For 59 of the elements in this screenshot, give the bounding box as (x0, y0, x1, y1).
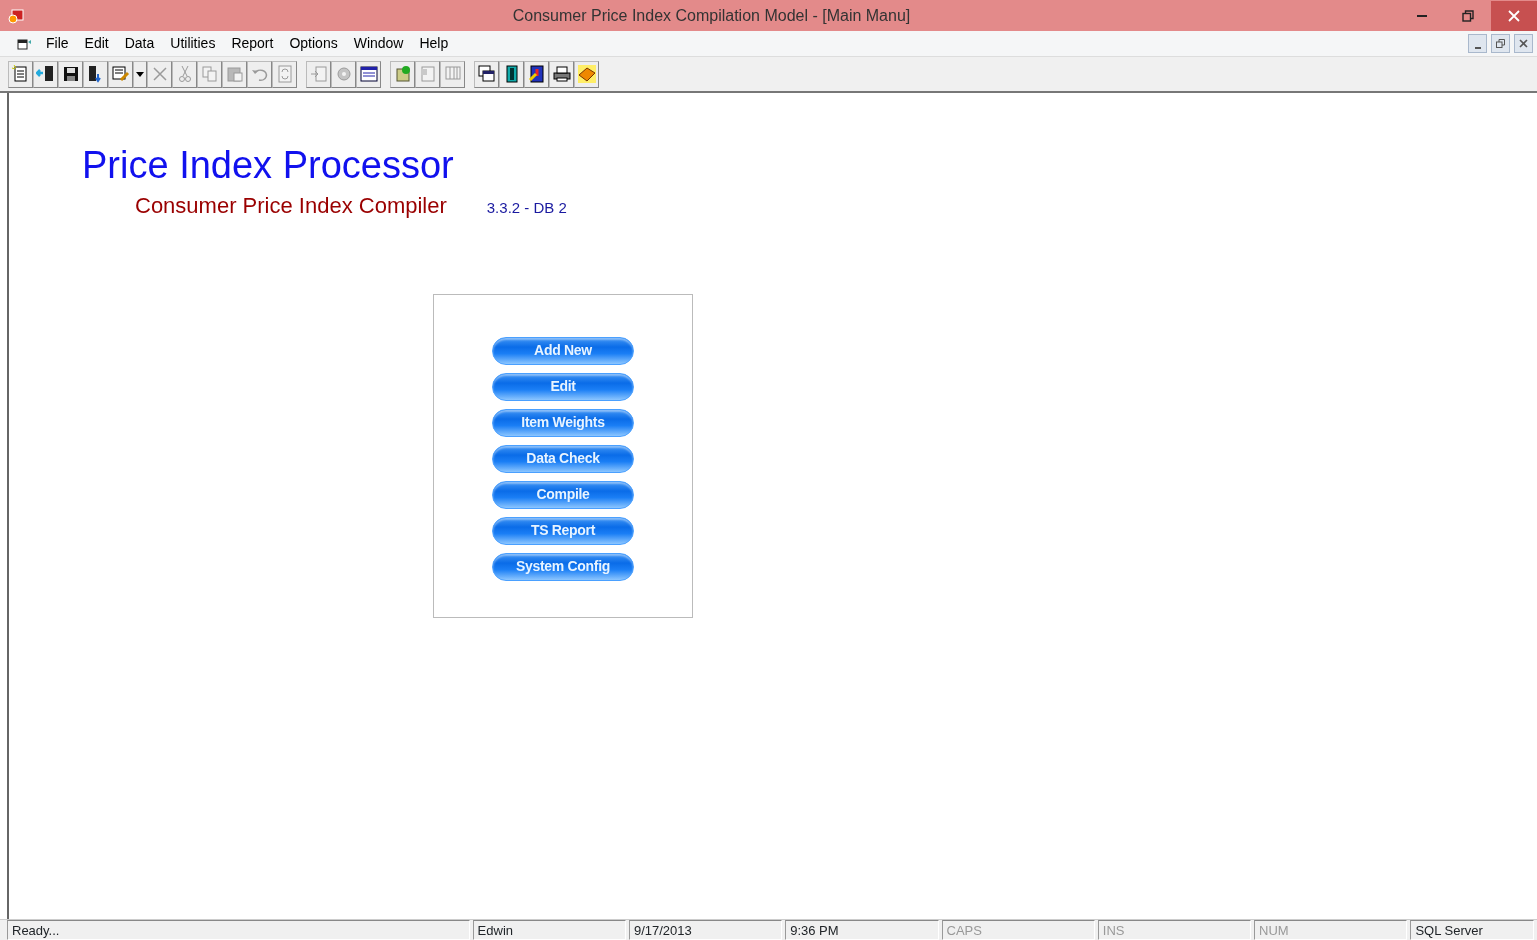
printer-icon (551, 64, 572, 84)
status-panel: Edwin (472, 920, 626, 940)
copy-icon (199, 64, 220, 84)
caret-icon (136, 71, 144, 77)
minimize-button[interactable] (1468, 34, 1487, 53)
close-icon (1519, 39, 1528, 48)
edit-icon (110, 64, 131, 84)
menu-button[interactable]: System Config (492, 552, 634, 581)
toolbar-button[interactable] (499, 60, 524, 88)
menu-item[interactable]: Utilities (162, 33, 224, 54)
book-icon (576, 64, 597, 84)
menu-button[interactable]: Edit (492, 372, 634, 401)
toolbar-button[interactable] (356, 60, 381, 88)
restore-icon (1496, 39, 1505, 48)
toolbar-button[interactable] (549, 60, 574, 88)
status-panel: 9/17/2013 (628, 920, 783, 940)
toolbar-button[interactable] (474, 60, 499, 88)
menu-item[interactable]: Edit (76, 33, 117, 54)
alert-icon (526, 64, 547, 84)
menu-item[interactable]: File (38, 33, 77, 54)
menu-button[interactable]: Item Weights (492, 408, 634, 437)
status-panel: CAPS (941, 920, 1095, 940)
toolbar-button[interactable] (133, 60, 147, 88)
insert-icon (308, 64, 329, 84)
app-subtitle: Consumer Price Index Compiler (135, 191, 447, 220)
window-title: Consumer Price Index Compilation Model - [Main Manu] (511, 5, 912, 26)
close-button[interactable] (1491, 0, 1537, 31)
menu-button[interactable]: Compile (492, 480, 634, 509)
windows-icon (476, 64, 497, 84)
minimize-icon (1474, 46, 1481, 49)
menu-button[interactable]: Add New (492, 336, 634, 365)
menu-button[interactable]: TS Report (492, 516, 634, 545)
toolbar-button[interactable] (33, 60, 58, 88)
menu-item[interactable]: Window (345, 33, 412, 54)
version-label: 3.3.2 - DB 2 (485, 197, 567, 218)
restore-button[interactable] (1491, 34, 1510, 53)
restore-icon (1462, 9, 1474, 22)
menu-item[interactable]: Data (116, 33, 163, 54)
status-panel: 9:36 PM (785, 920, 939, 940)
status-panel: NUM (1254, 920, 1408, 940)
exit-door-icon (35, 64, 56, 84)
app-title: Price Index Processor (82, 145, 455, 187)
status-panel: INS (1097, 920, 1252, 940)
paste-icon (224, 64, 245, 84)
menu-item[interactable]: Options (281, 33, 346, 54)
app-icon (8, 7, 24, 24)
toolbar-button[interactable] (524, 60, 549, 88)
toolbar-button[interactable] (83, 60, 108, 88)
status-panel: Ready... (7, 920, 470, 940)
minimize-icon (1417, 14, 1427, 17)
menu-item[interactable]: Report (223, 33, 282, 54)
close-button[interactable] (1514, 34, 1533, 53)
toolbar-button[interactable] (58, 60, 83, 88)
calendar-icon (358, 64, 379, 84)
close-icon (1508, 9, 1520, 22)
toolbar-button[interactable] (574, 60, 599, 88)
menu-button[interactable]: Data Check (492, 444, 634, 473)
status-panel: SQL Server (1410, 920, 1535, 940)
menu-item[interactable]: Help (411, 33, 457, 54)
